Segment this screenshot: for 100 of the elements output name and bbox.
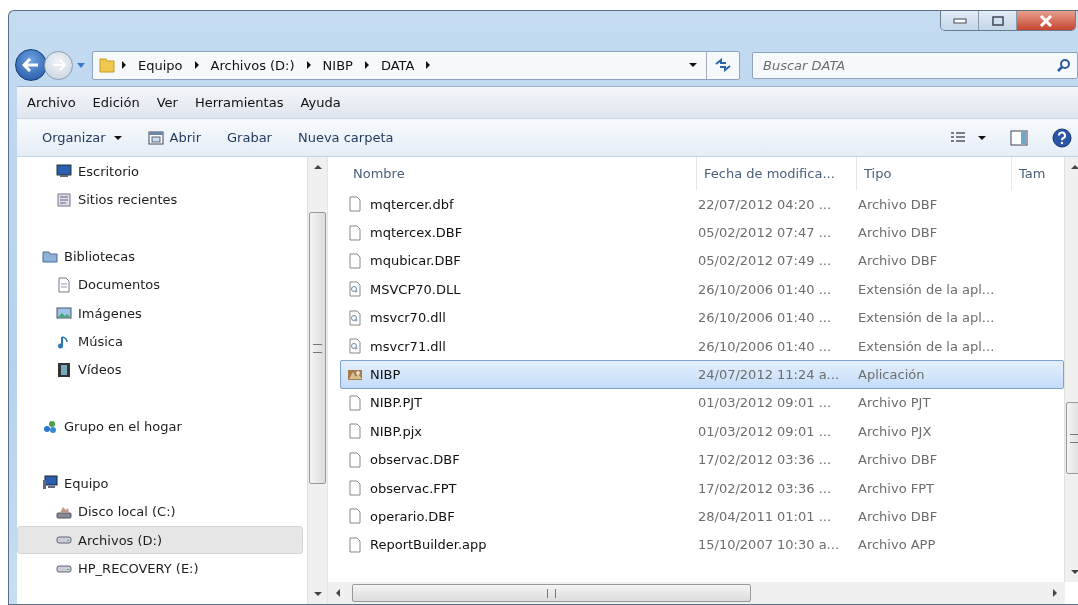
file-icon (347, 536, 363, 553)
file-row[interactable]: ReportBuilder.app 15/10/2007 10:30 a... Archivo APP (340, 530, 1064, 560)
help-icon[interactable] (1052, 127, 1072, 148)
nav-item[interactable]: Documentos (17, 270, 303, 299)
date-cell-text: 24/07/2012 11:24 a... (697, 367, 841, 383)
file-row[interactable]: mqubicar.DBF 05/02/2012 07:49 ... Archivo DBF (340, 246, 1064, 276)
film-icon (56, 361, 72, 378)
type-cell-text: Archivo DBF (857, 253, 939, 269)
breadcrumb[interactable]: NIBP (316, 57, 359, 73)
file-row[interactable]: NIBP.pjx 01/03/2012 09:01 ... Archivo PJX (340, 417, 1064, 446)
file-name: msvcr71.dll (370, 338, 446, 354)
file-name: observac.FPT (370, 480, 457, 496)
scrollbar[interactable] (307, 157, 327, 604)
maximize-button[interactable] (978, 11, 1016, 30)
organize-button[interactable]: Organizar (29, 119, 135, 156)
gear-file-icon (347, 338, 363, 355)
date-cell-text: 01/03/2012 09:01 ... (697, 395, 833, 411)
picture-icon (56, 305, 72, 322)
file-icon (347, 224, 363, 241)
file-row[interactable]: observac.DBF 17/02/2012 03:36 ... Archivo DBF (340, 445, 1064, 474)
recent-places-icon (56, 191, 72, 208)
type-cell-text: Extensión de la apl... (857, 310, 996, 326)
maximize-icon (991, 15, 1004, 26)
file-name: ReportBuilder.app (370, 537, 487, 553)
file-icon (347, 423, 363, 440)
breadcrumb[interactable]: Equipo (132, 57, 189, 73)
nav-item[interactable]: Música (17, 327, 303, 356)
file-icon (347, 508, 363, 525)
preview-pane-icon[interactable] (1010, 129, 1028, 146)
drive-icon (56, 536, 72, 545)
file-icon (347, 252, 363, 269)
breadcrumb[interactable]: DATA (374, 57, 421, 73)
column-header[interactable]: Nombre (346, 157, 696, 190)
back-arrow-icon (22, 58, 40, 72)
open-button[interactable]: Abrir (134, 119, 214, 156)
date-cell-text: 17/02/2012 03:36 ... (697, 480, 833, 496)
file-name: MSVCP70.DLL (370, 281, 461, 297)
file-row[interactable]: msvcr71.dll 26/10/2006 01:40 ... Extensión de la apl... (340, 331, 1064, 361)
search-field[interactable]: Buscar DATA (752, 51, 1078, 79)
breadcrumb[interactable]: Archivos (D:) (204, 57, 301, 73)
scrollbar[interactable] (328, 582, 1065, 604)
date-cell-text: 05/02/2012 07:47 ... (697, 225, 833, 241)
menu-item[interactable]: Ver (149, 95, 188, 110)
file-row[interactable]: NIBP 24/07/2012 11:24 a... Aplicación (340, 360, 1064, 389)
search-icon[interactable] (1057, 57, 1071, 72)
file-row[interactable]: operario.DBF 28/04/2011 01:01 ... Archivo DBF (340, 502, 1064, 531)
file-name: NIBP (370, 367, 401, 383)
file-icon (347, 196, 363, 213)
drive-icon (56, 564, 72, 573)
history-dropdown-icon[interactable] (76, 61, 86, 69)
column-header[interactable]: Fecha de modifica... (696, 157, 856, 190)
nav-item[interactable]: HP_RECOVERY (E:) (17, 554, 303, 583)
menu-item[interactable]: Edición (85, 95, 150, 110)
nav-item[interactable]: Vídeos (17, 355, 303, 385)
date-cell-text: 26/10/2006 01:40 ... (697, 338, 833, 354)
file-row[interactable]: MSVCP70.DLL 26/10/2006 01:40 ... Extensión de la apl... (340, 275, 1064, 304)
homegroup-icon (42, 418, 58, 435)
file-row[interactable]: msvcr70.dll 26/10/2006 01:40 ... Extensión de la apl... (340, 303, 1064, 332)
document-icon (56, 276, 72, 293)
file-row[interactable]: observac.FPT 17/02/2012 03:36 ... Archivo FPT (340, 473, 1064, 503)
file-icon (347, 480, 363, 497)
address-bar[interactable]: Equipo Archivos (D:) NIBP DATA (92, 50, 740, 80)
menu-item[interactable]: Archivo (20, 95, 86, 110)
file-icon (347, 394, 363, 411)
file-row[interactable]: NIBP.PJT 01/03/2012 09:01 ... Archivo PJT (340, 388, 1064, 418)
nav-item[interactable]: Imágenes (17, 298, 303, 328)
file-name: mqtercex.DBF (370, 225, 463, 241)
view-options-icon[interactable] (950, 130, 966, 145)
minimize-button[interactable] (941, 11, 978, 30)
date-cell-text: 05/02/2012 07:49 ... (697, 253, 833, 269)
nav-item[interactable]: Grupo en el hogar (17, 412, 303, 441)
scrollbar[interactable] (1064, 157, 1078, 582)
file-name: operario.DBF (370, 509, 455, 524)
back-button[interactable] (15, 49, 47, 81)
refresh-icon[interactable] (714, 58, 732, 72)
nav-item[interactable]: Escritorio (17, 157, 303, 186)
library-folder-icon (42, 248, 58, 265)
nav-item[interactable]: Archivos (D:) (17, 526, 303, 555)
forward-arrow-icon (51, 59, 66, 71)
nav-item[interactable]: Sitios recientes (17, 185, 303, 214)
file-icon (347, 451, 363, 468)
nav-item[interactable]: Bibliotecas (17, 242, 303, 271)
close-button[interactable] (1016, 11, 1075, 30)
file-row[interactable]: mqtercer.dbf 22/07/2012 04:20 ... Archivo DBF (340, 190, 1064, 219)
type-cell-text: Archivo PJT (857, 395, 932, 411)
toolbar-button[interactable]: Grabar (214, 119, 285, 156)
dropdown-arrow-icon[interactable] (688, 62, 698, 68)
file-name: mqubicar.DBF (370, 253, 461, 269)
file-row[interactable]: mqtercex.DBF 05/02/2012 07:47 ... Archivo DBF (340, 218, 1064, 247)
date-cell-text: 28/04/2011 01:01 ... (697, 509, 833, 524)
close-icon (1039, 14, 1053, 27)
type-cell-text: Extensión de la apl... (857, 281, 996, 297)
type-cell-text: Aplicación (857, 367, 926, 383)
nav-item[interactable]: Equipo (17, 469, 303, 498)
menu-item[interactable]: Herramientas (187, 95, 294, 110)
file-name: mqtercer.dbf (370, 196, 454, 212)
nav-item[interactable]: Disco local (C:) (17, 497, 303, 527)
column-header[interactable]: Tipo (856, 157, 1011, 190)
toolbar-button[interactable]: Nueva carpeta (284, 119, 407, 156)
menu-item[interactable]: Ayuda (293, 95, 351, 110)
